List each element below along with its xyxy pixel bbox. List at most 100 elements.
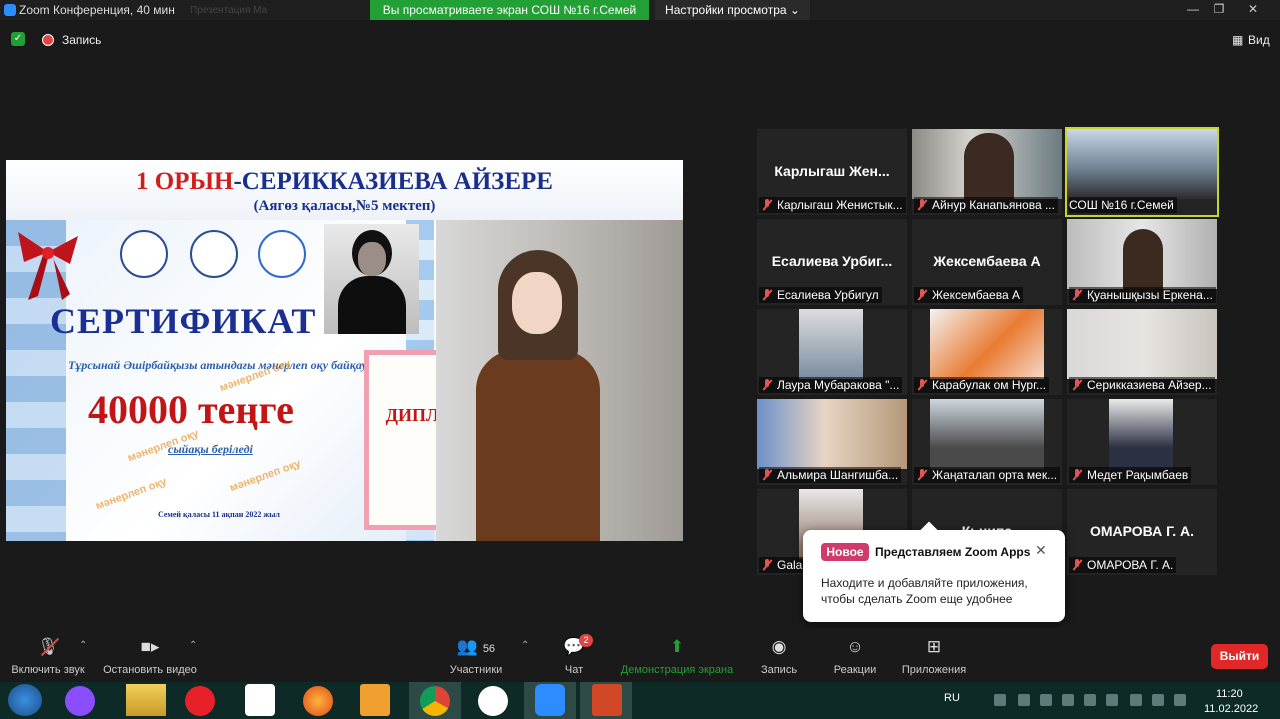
grid-view-icon[interactable]: ▦	[1232, 33, 1243, 47]
view-options-label: Настройки просмотра	[665, 3, 787, 17]
powerpoint-icon	[592, 684, 622, 716]
record-button[interactable]: ◉ Запись	[754, 636, 804, 676]
clock-date[interactable]: 11.02.2022	[1204, 703, 1258, 715]
participant-tile[interactable]: Лаура Мубаракова "...	[757, 309, 907, 395]
security-shield-icon[interactable]: ✓	[11, 32, 25, 46]
slide-title-name: -СЕРИККАЗИЕВА АЙЗЕРЕ	[233, 168, 553, 195]
participant-label: Жексембаева А	[932, 288, 1020, 302]
popup-body: Находите и добавляйте приложения, чтобы …	[821, 576, 1028, 606]
participants-button[interactable]: 👥 56 Участники	[446, 636, 506, 676]
chat-label: Чат	[564, 664, 584, 676]
share-screen-button[interactable]: ⬆ Демонстрация экрана	[616, 636, 738, 676]
mic-muted-icon	[1072, 289, 1082, 301]
stop-video-button[interactable]: ■▸ Остановить видео	[100, 636, 200, 676]
tray-app-icon[interactable]	[1106, 694, 1118, 706]
prize-subtitle: сыйақы беріледі	[168, 442, 253, 456]
network-icon[interactable]	[994, 694, 1006, 706]
alice-assistant-icon[interactable]	[65, 686, 95, 716]
mic-muted-icon	[917, 289, 927, 301]
leave-button[interactable]: Выйти	[1211, 644, 1268, 669]
participant-tile[interactable]: Есалиева Урбиг... Есалиева Урбигул	[757, 219, 907, 305]
smiley-icon: ☺	[846, 637, 864, 656]
zoom-icon	[535, 684, 565, 716]
video-camera-icon: ■▸	[140, 637, 160, 656]
clock-time[interactable]: 11:20	[1216, 688, 1243, 700]
view-button[interactable]: Вид	[1248, 33, 1270, 47]
participant-tile[interactable]: Қуанышқызы Еркена...	[1067, 219, 1217, 305]
mic-muted-icon	[917, 469, 927, 481]
minimize-button[interactable]: —	[1180, 0, 1206, 18]
start-button-icon[interactable]	[8, 684, 42, 716]
file-explorer-icon[interactable]	[126, 684, 166, 716]
participant-label: СОШ №16 г.Семей	[1069, 198, 1174, 212]
opera-browser-icon[interactable]	[185, 686, 215, 716]
yandex-app-icon[interactable]	[245, 684, 275, 716]
close-icon[interactable]: ✕	[1035, 542, 1047, 559]
firefox-icon[interactable]	[303, 686, 333, 716]
reactions-button[interactable]: ☺ Реакции	[828, 636, 882, 676]
video-label: Остановить видео	[103, 664, 197, 676]
apps-icon: ⊞	[926, 637, 942, 656]
tray-app-icon[interactable]	[1040, 694, 1052, 706]
unmute-label: Включить звук	[11, 664, 85, 676]
yandex-browser-icon[interactable]	[478, 686, 508, 716]
prize-amount: 40000 теңге	[88, 387, 294, 432]
participants-count: 56	[482, 643, 496, 655]
certificate-heading: СЕРТИФИКАТ	[50, 301, 317, 341]
participant-tile[interactable]: Жаңаталап орта мек...	[912, 399, 1062, 485]
video-feed	[930, 399, 1044, 469]
close-window-button[interactable]: ✕	[1240, 0, 1266, 18]
participant-label: Gala	[777, 558, 803, 572]
participant-label: Айнур Канапьянова ...	[932, 198, 1055, 212]
participant-tile[interactable]: Карабулак ом Нург...	[912, 309, 1062, 395]
participant-label: Есалиева Урбигул	[777, 288, 879, 302]
yandex-tray-icon[interactable]	[1084, 694, 1096, 706]
share-screen-label: Демонстрация экрана	[620, 664, 734, 676]
tray-app-icon[interactable]	[1152, 694, 1164, 706]
participant-label: Қуанышқызы Еркена...	[1087, 288, 1213, 302]
slide-title: 1 ОРЫН-СЕРИККАЗИЕВА АЙЗЕРЕ	[6, 168, 683, 196]
media-player-icon[interactable]	[360, 684, 390, 716]
portrait-face	[358, 242, 386, 276]
mic-muted-icon	[917, 199, 927, 211]
student-face	[512, 272, 562, 334]
video-feed	[1067, 309, 1217, 379]
mic-muted-icon	[1072, 469, 1082, 481]
mic-off-icon: 🎙	[8, 636, 88, 658]
participants-options-chevron-icon[interactable]: ⌃	[521, 640, 529, 651]
participant-tile[interactable]: Карлыгаш Жен... Карлыгаш Женистык...	[757, 129, 907, 215]
participant-tile[interactable]: Айнур Канапьянова ...	[912, 129, 1062, 215]
ribbon-bow-icon	[18, 232, 78, 300]
participant-name-large: ОМАРОВА Г. А.	[1089, 523, 1195, 539]
recording-label: Запись	[62, 33, 102, 47]
unmute-button[interactable]: 🎙 Включить звук	[8, 636, 88, 676]
apps-button[interactable]: ⊞ Приложения	[898, 636, 970, 676]
view-options-button[interactable]: Настройки просмотра ⌄	[655, 0, 810, 20]
popup-title: Представляем Zoom Apps	[875, 545, 1031, 559]
window-title: Zoom Конференция, 40 мин	[19, 3, 175, 17]
mic-muted-icon	[762, 469, 772, 481]
keyboard-language[interactable]: RU	[944, 692, 960, 704]
bluetooth-icon[interactable]	[1130, 694, 1142, 706]
chat-unread-badge: 2	[579, 634, 593, 647]
mic-muted-icon	[762, 199, 772, 211]
participants-icon: 👥 56	[456, 637, 496, 656]
participant-tile-active[interactable]: СОШ №16 г.Семей	[1065, 127, 1219, 217]
zoom-apps-popup[interactable]: Новое Представляем Zoom Apps ✕ Находите …	[803, 521, 1065, 622]
background-tabs: Презентация Ма	[190, 5, 268, 16]
participant-tile[interactable]: Медет Рақымбаев	[1067, 399, 1217, 485]
participant-tile[interactable]: Альмира Шангишба...	[757, 399, 907, 485]
volume-icon[interactable]	[1174, 694, 1186, 706]
slide-title-place: 1 ОРЫН	[136, 168, 234, 195]
participant-tile[interactable]: Серикказиева Айзер...	[1067, 309, 1217, 395]
video-options-chevron-icon[interactable]: ⌃	[189, 640, 197, 651]
audio-options-chevron-icon[interactable]: ⌃	[79, 640, 87, 651]
participant-tile[interactable]: Жексембаева А Жексембаева А	[912, 219, 1062, 305]
tray-app-icon[interactable]	[1018, 694, 1030, 706]
record-label: Запись	[760, 664, 798, 676]
maximize-button[interactable]: ❐	[1206, 0, 1232, 18]
shield-tray-icon[interactable]	[1062, 694, 1074, 706]
portrait-photo	[324, 224, 419, 334]
school-logo-icon	[120, 230, 168, 278]
participant-tile[interactable]: ОМАРОВА Г. А. ОМАРОВА Г. А.	[1067, 489, 1217, 575]
